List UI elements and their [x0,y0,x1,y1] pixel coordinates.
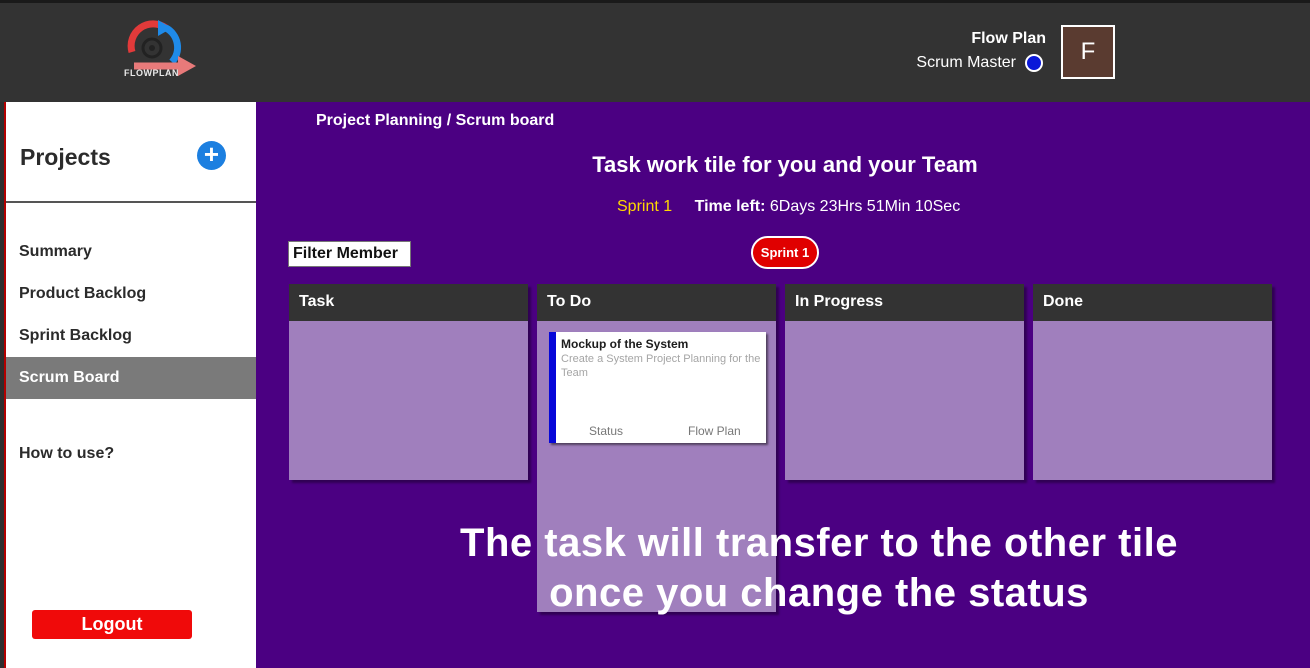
sidebar-item-scrum-board[interactable]: Scrum Board [6,357,256,399]
user-name: Flow Plan [971,30,1046,47]
time-left-value: 6Days 23Hrs 51Min 10Sec [769,198,961,215]
column-header: Done [1033,284,1272,321]
sidebar-item-summary[interactable]: Summary [6,231,256,273]
overlay-line-2: once you change the status [549,571,1089,615]
column-header: Task [289,284,528,321]
logout-button[interactable]: Logout [32,610,192,639]
sprint-name: Sprint 1 [617,198,673,215]
sidebar: Projects + Summary Product Backlog Sprin… [4,102,256,668]
column-header: To Do [537,284,776,321]
sprint-badge[interactable]: Sprint 1 [751,236,819,269]
online-status-icon [1025,54,1043,72]
task-status[interactable]: Status [589,424,623,438]
task-card[interactable]: Mockup of the System Create a System Pro… [549,332,766,443]
sidebar-item-sprint-backlog[interactable]: Sprint Backlog [6,315,256,357]
overlay-line-1: The task will transfer to the other tile [460,521,1178,565]
avatar[interactable]: F [1061,25,1115,79]
task-owner: Flow Plan [688,424,741,438]
projects-title: Projects [20,144,111,170]
sprint-timer: Sprint 1 Time left: 6Days 23Hrs 51Min 10… [617,198,960,216]
top-bar: FLOWPLAN Flow Plan Scrum Master F [0,0,1310,102]
instruction-overlay: The task will transfer to the other tile… [292,518,1310,618]
logo-text: FLOWPLAN [124,68,179,78]
time-left-label: Time left: [694,198,766,215]
sidebar-item-product-backlog[interactable]: Product Backlog [6,273,256,315]
page-title: Task work tile for you and your Team [592,152,978,177]
task-title: Mockup of the System [561,337,689,351]
column-in-progress: In Progress [785,284,1024,480]
user-role: Scrum Master [916,54,1016,71]
how-to-use-link[interactable]: How to use? [19,445,114,463]
column-done: Done [1033,284,1272,480]
frame-line [0,0,1310,3]
filter-member-field[interactable]: Filter Member [288,241,411,267]
breadcrumb[interactable]: Project Planning / Scrum board [316,112,554,130]
sidebar-divider [6,201,256,203]
main-content: Project Planning / Scrum board Task work… [256,102,1310,668]
task-description: Create a System Project Planning for the… [561,353,761,379]
column-header: In Progress [785,284,1024,321]
add-project-icon[interactable]: + [197,141,226,170]
column-task: Task [289,284,528,480]
